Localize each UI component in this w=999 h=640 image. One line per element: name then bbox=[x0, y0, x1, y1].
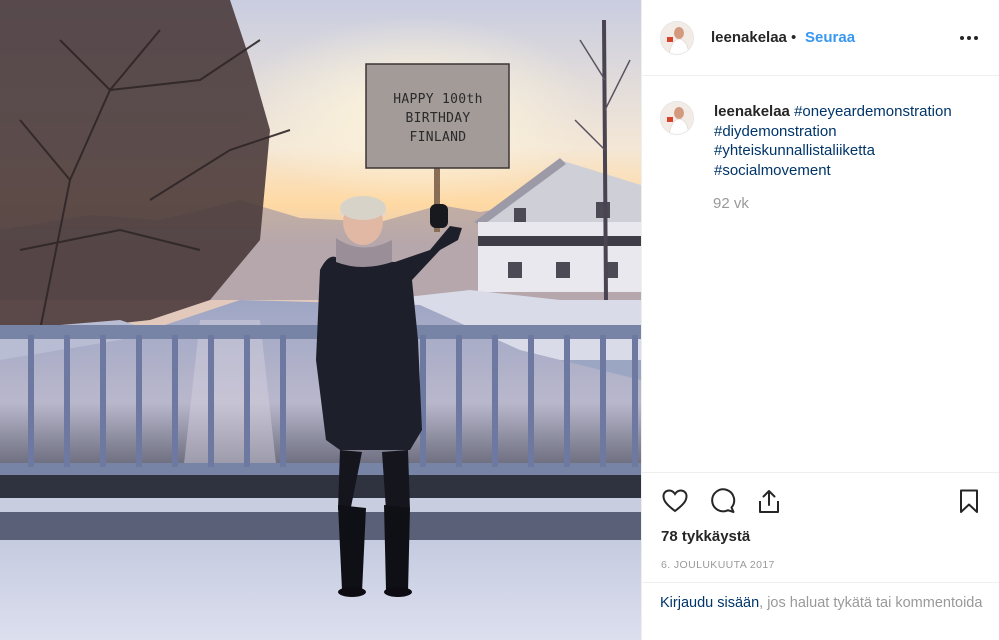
post-date: 6. JOULUKUUTA 2017 bbox=[661, 559, 775, 571]
share-icon[interactable] bbox=[755, 487, 783, 515]
hashtag-link[interactable]: #diydemonstration bbox=[714, 122, 984, 142]
hashtag-link[interactable]: #socialmovement bbox=[714, 161, 984, 181]
post-header: leenakelaa • Seuraa bbox=[642, 0, 999, 76]
more-dot bbox=[960, 36, 964, 40]
follow-button[interactable]: Seuraa bbox=[805, 29, 855, 46]
login-link[interactable]: Kirjaudu sisään bbox=[660, 595, 759, 611]
hashtag-link[interactable]: #oneyeardemonstration bbox=[794, 103, 952, 120]
instagram-post: HAPPY 100th BIRTHDAY FINLAND leenakelaa … bbox=[0, 0, 999, 640]
sign-line: HAPPY 100th bbox=[393, 92, 483, 107]
more-options-icon[interactable] bbox=[960, 27, 984, 47]
sign-line: FINLAND bbox=[409, 130, 467, 145]
username-link[interactable]: leenakelaa bbox=[711, 29, 787, 46]
login-text: Kirjaudu sisään, jos haluat tykätä tai k… bbox=[660, 594, 990, 613]
separator-dot: • bbox=[791, 29, 797, 46]
photo-scene bbox=[0, 0, 641, 640]
bookmark-icon[interactable] bbox=[955, 487, 983, 515]
more-dot bbox=[974, 36, 978, 40]
caption-username[interactable]: leenakelaa bbox=[714, 103, 790, 120]
protest-sign-text: HAPPY 100th BIRTHDAY FINLAND bbox=[368, 90, 508, 147]
post-photo[interactable]: HAPPY 100th BIRTHDAY FINLAND bbox=[0, 0, 641, 640]
more-dot bbox=[967, 36, 971, 40]
login-prompt: Kirjaudu sisään, jos haluat tykätä tai k… bbox=[642, 582, 999, 640]
sign-line: BIRTHDAY bbox=[405, 111, 471, 126]
avatar[interactable] bbox=[660, 21, 694, 55]
heart-icon[interactable] bbox=[661, 487, 689, 515]
caption-age: 92 vk bbox=[713, 195, 749, 212]
avatar-image bbox=[661, 102, 693, 134]
post-sidebar: leenakelaa • Seuraa leenakelaa #oneyeard… bbox=[641, 0, 999, 640]
avatar-image bbox=[661, 22, 693, 54]
hashtag-link[interactable]: #yhteiskunnallistaliiketta bbox=[714, 141, 984, 161]
comment-icon[interactable] bbox=[708, 487, 736, 515]
caption-text: leenakelaa #oneyeardemonstration #diydem… bbox=[714, 102, 984, 180]
login-rest: , jos haluat tykätä tai kommentoida bbox=[759, 595, 983, 611]
avatar[interactable] bbox=[660, 101, 694, 135]
post-actions: 78 tykkäystä 6. JOULUKUUTA 2017 bbox=[642, 472, 999, 582]
like-count[interactable]: 78 tykkäystä bbox=[661, 528, 750, 545]
